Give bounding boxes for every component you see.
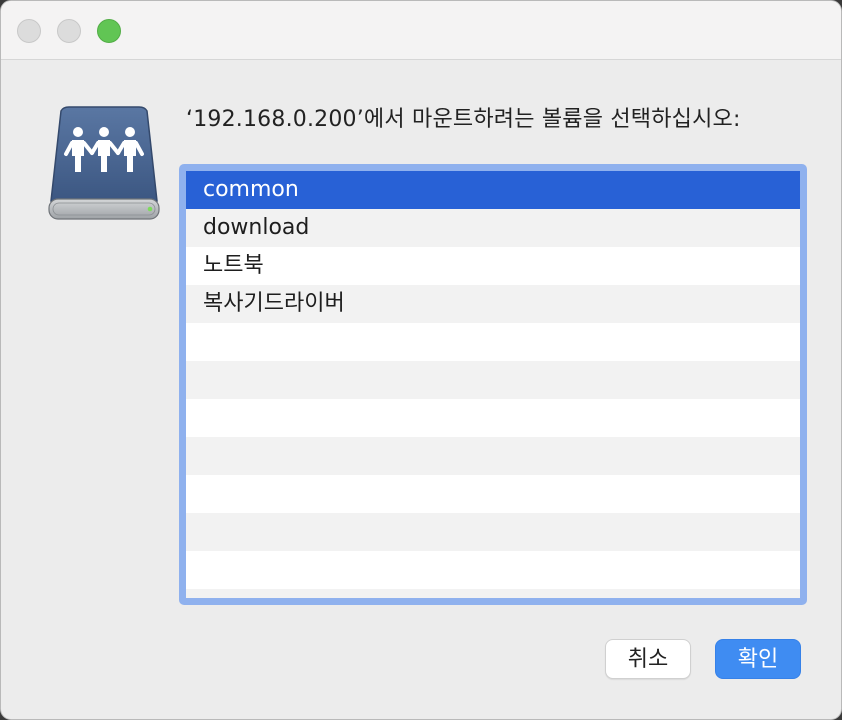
volume-item-notebook[interactable]: 노트북 <box>186 247 800 285</box>
volume-item-download[interactable]: download <box>186 209 800 247</box>
zoom-window-button[interactable] <box>97 19 121 43</box>
empty-row <box>186 551 800 589</box>
empty-row <box>186 399 800 437</box>
dialog-prompt: ‘192.168.0.200’에서 마운트하려는 볼륨을 선택하십시오: <box>186 107 741 132</box>
volume-item-printer-driver[interactable]: 복사기드라이버 <box>186 285 800 323</box>
empty-row <box>186 475 800 513</box>
ok-button[interactable]: 확인 <box>715 639 801 679</box>
shared-server-icon <box>48 106 160 220</box>
cancel-button[interactable]: 취소 <box>605 639 691 679</box>
empty-row <box>186 513 800 551</box>
empty-row <box>186 323 800 361</box>
empty-row <box>186 361 800 399</box>
minimize-window-button[interactable] <box>57 19 81 43</box>
empty-row <box>186 589 800 598</box>
close-window-button[interactable] <box>17 19 41 43</box>
title-bar <box>1 1 841 60</box>
volume-item-common[interactable]: common <box>186 171 800 209</box>
empty-row <box>186 437 800 475</box>
mount-volume-dialog: ‘192.168.0.200’에서 마운트하려는 볼륨을 선택하십시오: com… <box>0 0 842 720</box>
volume-list[interactable]: common download 노트북 복사기드라이버 <box>186 171 800 598</box>
